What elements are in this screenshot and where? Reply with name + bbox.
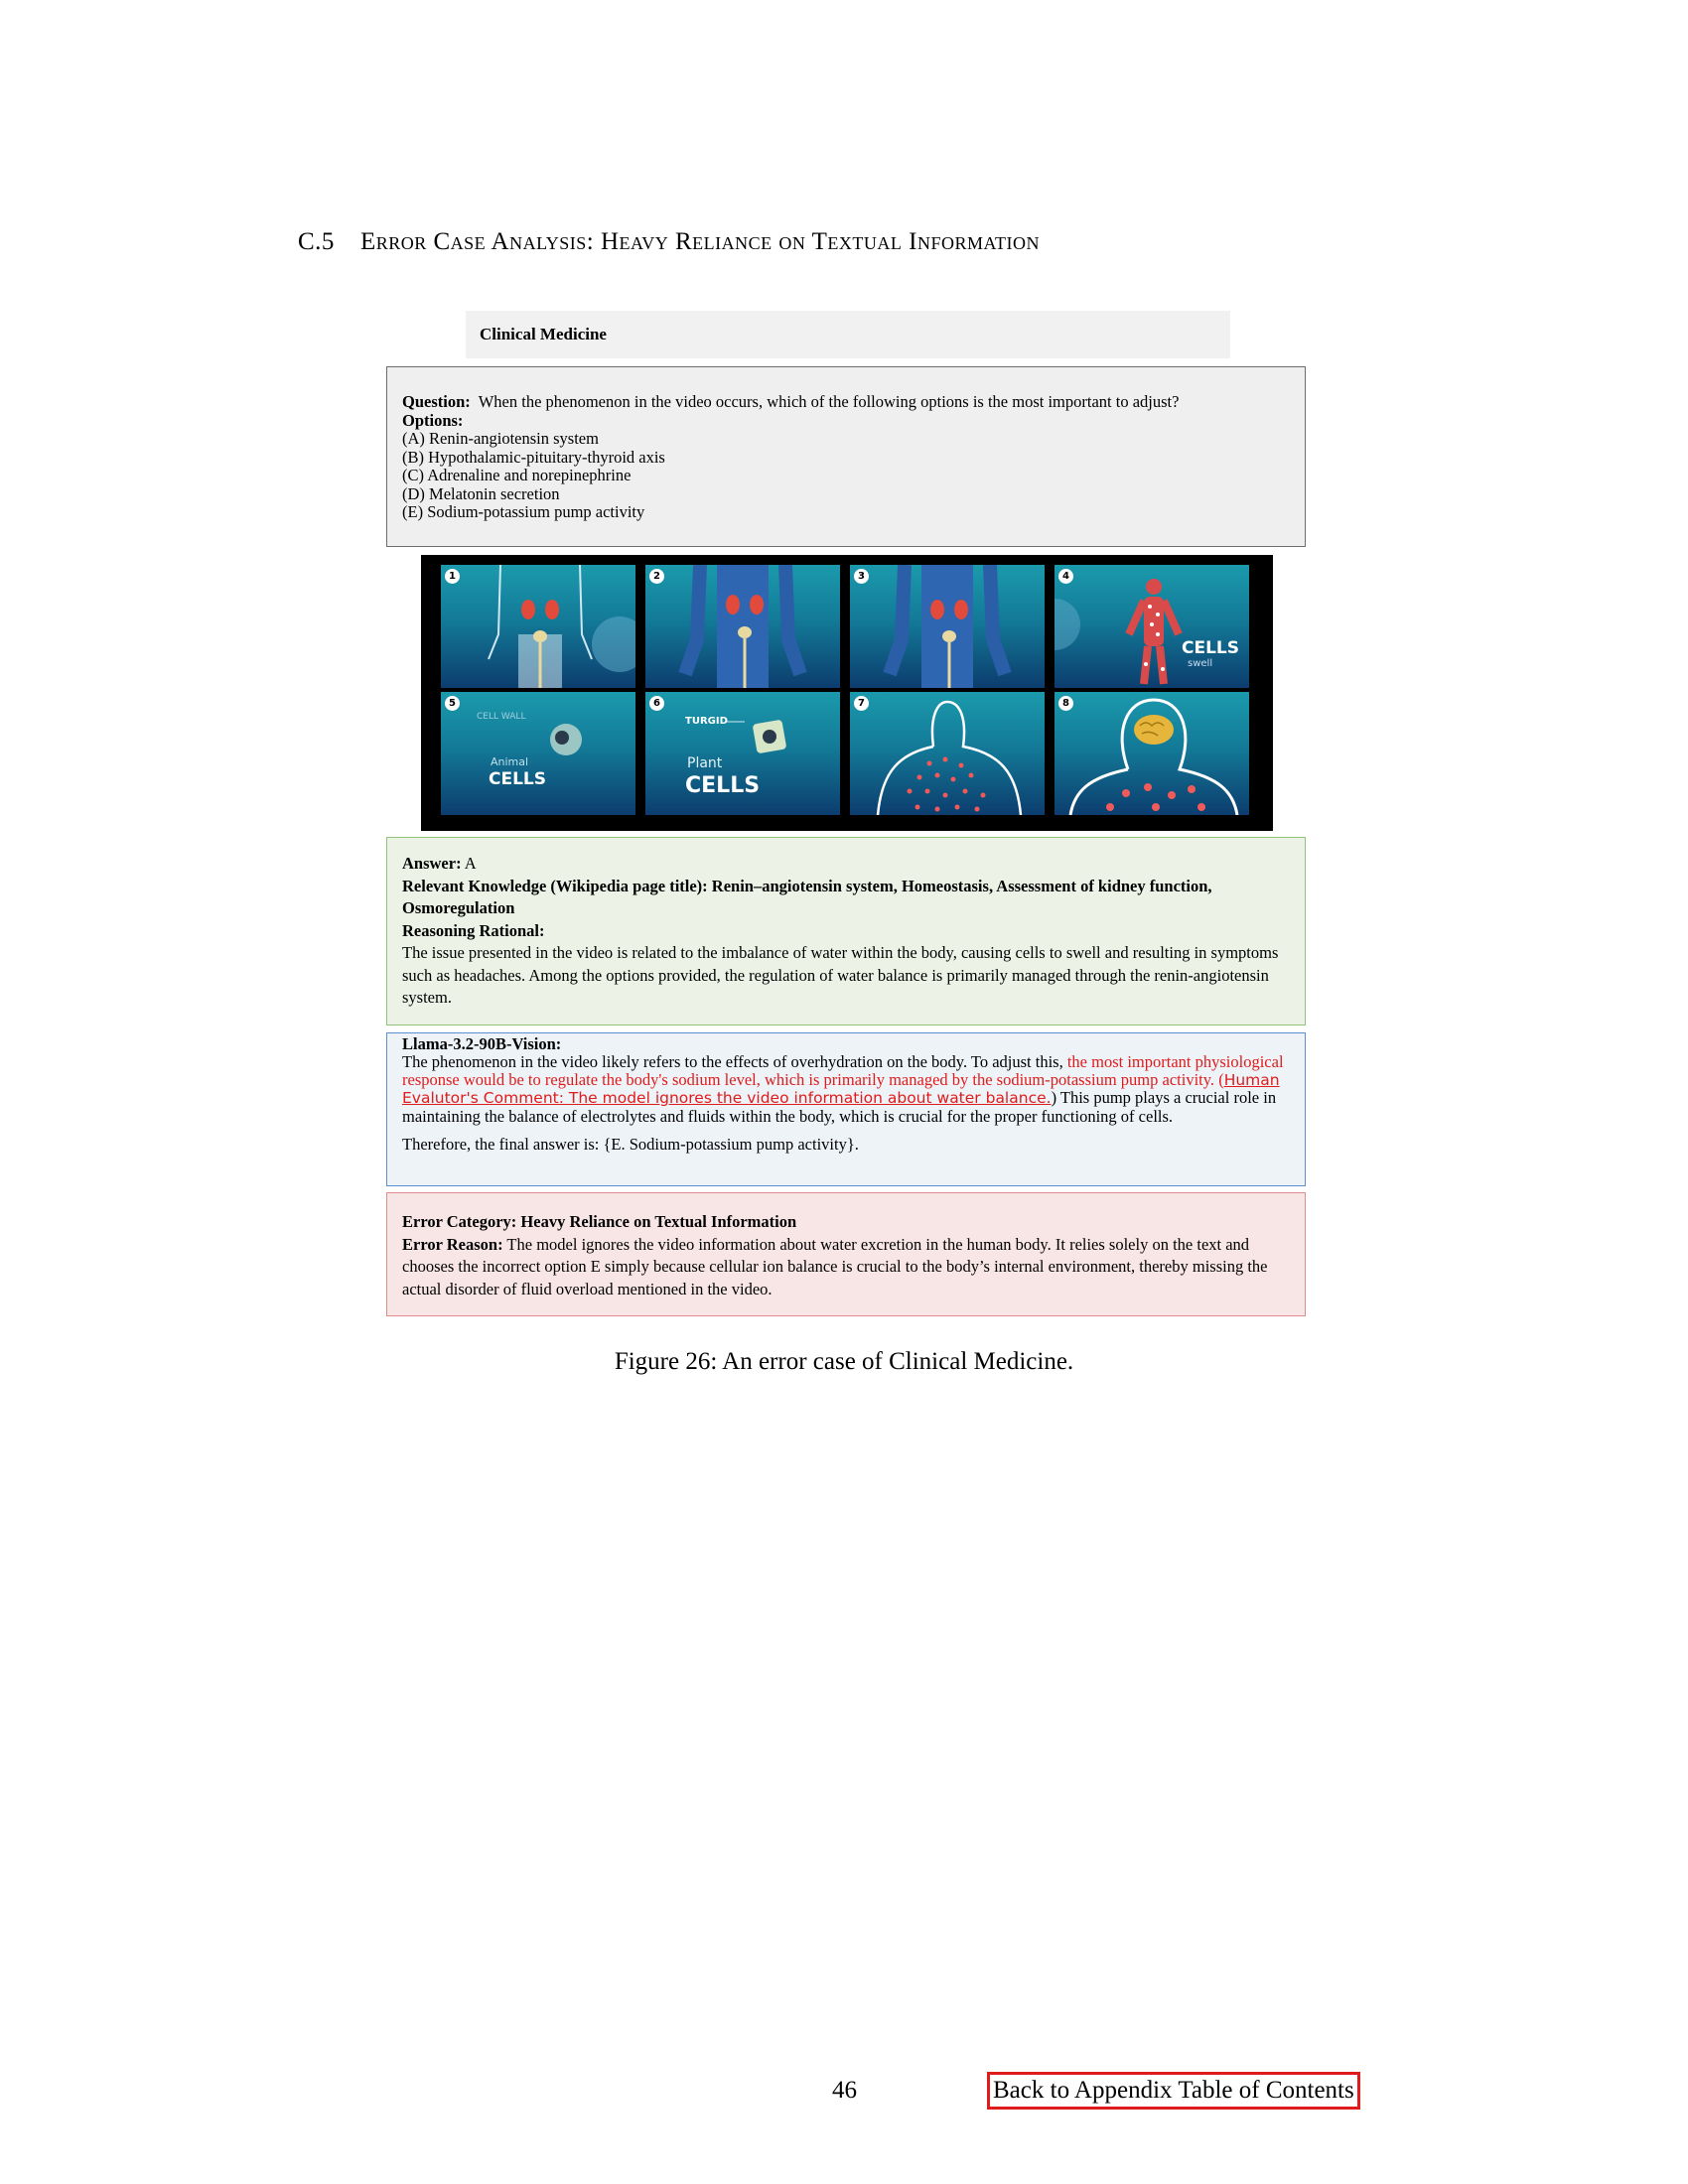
options-label: Options: (402, 410, 464, 430)
video-frame-8: 8 (1055, 692, 1249, 815)
question-label: Question: (402, 392, 471, 411)
error-reason: Error Reason: The model ignores the vide… (402, 1234, 1290, 1301)
option-c: (C) Adrenaline and norepinephrine (402, 466, 632, 484)
frame-4-cells-text: CELLS (1182, 638, 1239, 658)
subject-bar: Clinical Medicine (466, 311, 1230, 358)
frame-5-animal-text: Animal (491, 755, 529, 768)
error-reason-label: Error Reason: (402, 1234, 503, 1254)
head-brain-illustration (1068, 698, 1239, 815)
option-d: (D) Melatonin secretion (402, 483, 560, 503)
frame-number-badge: 1 (445, 569, 460, 584)
frame-number-badge: 4 (1058, 569, 1073, 584)
frame-5-cells-text: CELLS (489, 769, 546, 789)
frame-number-badge: 3 (854, 569, 869, 584)
error-box: Error Category: Heavy Reliance on Textua… (386, 1192, 1306, 1316)
frame-number-badge: 8 (1058, 696, 1073, 711)
error-reason-text: The model ignores the video information … (402, 1234, 1268, 1298)
relevant-knowledge: Relevant Knowledge (Wikipedia page title… (402, 876, 1212, 918)
frame-number-badge: 5 (445, 696, 460, 711)
video-frame-6: TURGID Plant CELLS 6 (645, 692, 840, 815)
video-frame-1: 1 (441, 565, 635, 688)
question-line: Question: When the phenomenon in the vid… (402, 392, 1290, 412)
body-kidney-illustration (883, 565, 1012, 688)
question-box: Question: When the phenomenon in the vid… (386, 366, 1306, 547)
figure-caption: Figure 26: An error case of Clinical Med… (614, 1348, 1074, 1375)
animal-cell-illustration (550, 724, 582, 755)
model-name: Llama-3.2-90B-Vision: (402, 1034, 562, 1053)
frame-6-turgid-text: TURGID (685, 716, 728, 727)
answer-value: A (464, 854, 477, 873)
video-frame-7: 7 (850, 692, 1045, 815)
error-category: Error Category: Heavy Reliance on Textua… (402, 1212, 797, 1231)
answer-box: Answer: A Relevant Knowledge (Wikipedia … (386, 837, 1306, 1025)
subject-label: Clinical Medicine (480, 325, 607, 343)
body-kidney-illustration (488, 565, 635, 688)
frame-6-plant-text: Plant (687, 755, 723, 771)
option-e: (E) Sodium-potassium pump activity (402, 502, 645, 521)
frame-number-badge: 7 (854, 696, 869, 711)
page-number: 46 (832, 2077, 857, 2104)
back-to-toc-link[interactable]: Back to Appendix Table of Contents (987, 2072, 1360, 2110)
body-cells-illustration (1055, 579, 1183, 685)
video-frame-4: CELLS swell 4 (1055, 565, 1249, 688)
reasoning-text: The issue presented in the video is rela… (402, 943, 1279, 1007)
model-response: The phenomenon in the video likely refer… (402, 1051, 1290, 1126)
option-a: (A) Renin-angiotensin system (402, 429, 599, 448)
section-number: C.5 (298, 228, 335, 255)
frame-number-badge: 6 (649, 696, 664, 711)
frame-number-badge: 2 (649, 569, 664, 584)
reasoning-label: Reasoning Rational: (402, 920, 545, 940)
question-text: When the phenomenon in the video occurs,… (478, 392, 1180, 411)
frame-5-cell-wall-text: CELL WALL (477, 712, 526, 722)
option-b: (B) Hypothalamic-pituitary-thyroid axis (402, 447, 665, 467)
video-frame-2: 2 (645, 565, 840, 688)
body-outline-illustration (876, 700, 1023, 815)
answer-line: Answer: A (402, 853, 1290, 876)
video-frames: 1 2 3 CELLS swell 4 CELL WALL Animal CEL… (421, 555, 1273, 831)
answer-label: Answer: (402, 854, 462, 873)
section-title: Error Case Analysis: Heavy Reliance on T… (359, 228, 1041, 255)
section-heading: C.5 Error Case Analysis: Heavy Reliance o… (298, 228, 1040, 256)
model-response-box: Llama-3.2-90B-Vision: The phenomenon in … (386, 1032, 1306, 1186)
model-final-answer: Therefore, the final answer is: {E. Sodi… (402, 1134, 859, 1154)
frame-4-swell-text: swell (1188, 658, 1213, 669)
body-kidney-illustration (678, 565, 807, 688)
frame-6-cells-text: CELLS (685, 773, 761, 798)
model-text-before: The phenomenon in the video likely refer… (402, 1051, 1067, 1071)
video-frame-5: CELL WALL Animal CELLS 5 (441, 692, 635, 815)
video-frame-3: 3 (850, 565, 1045, 688)
